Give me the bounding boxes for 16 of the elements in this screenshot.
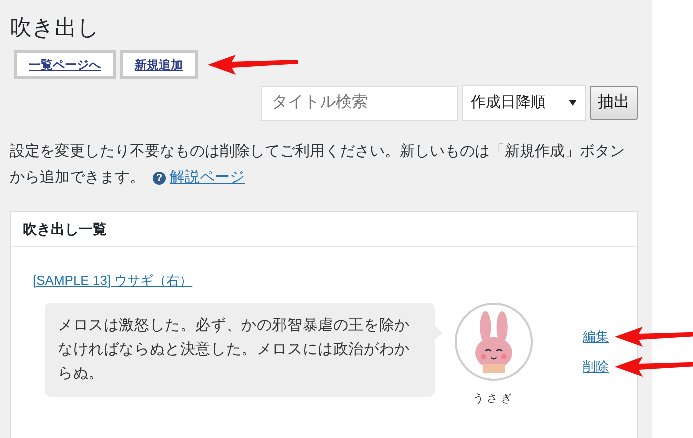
nav-link-button[interactable]: 新規追加 — [120, 50, 198, 79]
action-link[interactable]: 編集 — [583, 327, 609, 347]
caret-icon — [569, 100, 577, 106]
sort-select[interactable]: 作成日降順 — [462, 85, 586, 121]
action-link[interactable]: 削除 — [583, 357, 609, 377]
help-icon: ? — [153, 172, 166, 185]
page-title: 吹き出し — [10, 14, 101, 42]
avatar-name: うさぎ — [473, 392, 515, 407]
notice-text: 設定を変更したり不要なものは削除してご利用ください。新しいものは「新規作成」ボタンから追加できます。 ? 解説ページ — [10, 142, 625, 188]
guide-link[interactable]: 解説ページ — [170, 169, 245, 186]
nav-link-button[interactable]: 一覧ページへ — [14, 50, 116, 79]
submit-button[interactable]: 抽出 — [590, 86, 638, 120]
card-title: 吹き出し一覧 — [11, 212, 637, 247]
balloon-title-link[interactable]: [SAMPLE 13] ウサギ（右） — [33, 273, 193, 288]
speech-bubble: メロスは激怒した。必ず、かの邪智暴虐の王を除かなければならぬと決意した。メロスには政治がわからぬ。 — [45, 303, 435, 397]
title-search-field[interactable]: タイトル検索 — [261, 86, 458, 120]
